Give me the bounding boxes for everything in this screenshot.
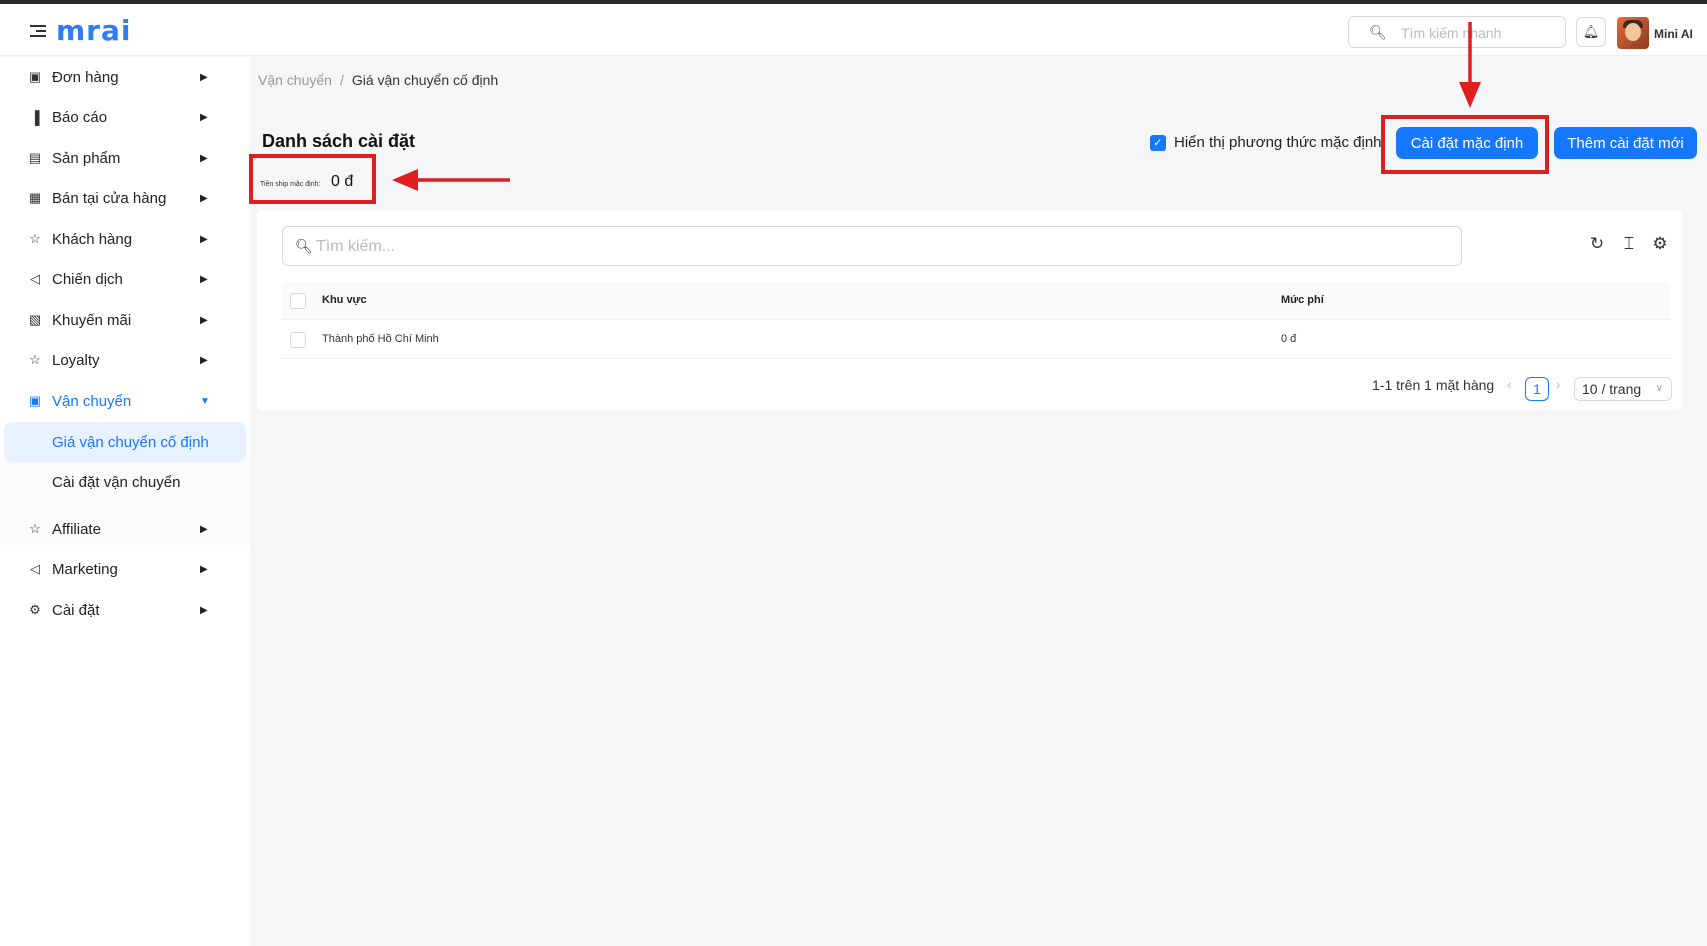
sidebar-item-label: Chiến dịch <box>52 270 123 288</box>
sidebar-item-label: Báo cáo <box>52 108 108 126</box>
caret-down-icon: ▼ <box>200 395 210 407</box>
table-row[interactable]: Thành phố Hồ Chí Minh 0 đ <box>281 321 1671 359</box>
avatar[interactable] <box>1617 17 1649 49</box>
users-icon: ☆ <box>29 231 41 246</box>
column-header-fee[interactable]: Mức phí <box>1281 294 1324 306</box>
page-size-select[interactable]: 10 / trang ∨ <box>1574 377 1672 401</box>
sidebar-item-marketing[interactable]: ◁ Marketing ▶ <box>0 549 250 589</box>
row-checkbox[interactable] <box>290 332 306 348</box>
gear-icon[interactable]: ⚙︎ <box>1650 234 1670 254</box>
annotation-arrow-left <box>392 169 510 191</box>
table-search[interactable]: 🔍︎ <box>282 226 1462 266</box>
breadcrumb: Vận chuyển / Giá vận chuyển cố định <box>258 72 498 88</box>
column-height-icon[interactable]: ⌶ <box>1619 234 1639 254</box>
sidebar-item-settings[interactable]: ⚙︎ Cài đặt ▶ <box>0 590 250 630</box>
caret-right-icon: ▶ <box>200 604 208 616</box>
bag-icon: ▣ <box>28 69 42 84</box>
breadcrumb-separator: / <box>339 72 344 88</box>
table-header: Khu vực Mức phí <box>281 282 1671 320</box>
select-all-checkbox[interactable] <box>290 293 306 309</box>
affiliate-icon: ☆ <box>29 521 41 536</box>
sidebar-item-affiliate[interactable]: ☆ Affiliate ▶ <box>0 509 250 549</box>
sidebar-item-reports[interactable]: ▐ Báo cáo ▶ <box>0 97 250 137</box>
caret-right-icon: ▶ <box>200 563 208 575</box>
prev-page-icon[interactable]: ‹ <box>1507 377 1511 392</box>
megaphone-icon: ◁ <box>30 561 40 576</box>
page-size-value: 10 / trang <box>1582 381 1642 397</box>
sidebar-item-label: Sản phẩm <box>52 149 121 167</box>
megaphone-icon: ◁ <box>30 271 40 286</box>
caret-right-icon: ▶ <box>200 152 208 164</box>
default-ship-fee-label: Tiền ship mặc định: <box>260 181 321 188</box>
sidebar-item-customers[interactable]: ☆ Khách hàng ▶ <box>0 219 250 259</box>
reload-icon[interactable]: ↻ <box>1587 234 1607 254</box>
default-ship-fee-value: 0 đ <box>331 173 354 190</box>
next-page-icon[interactable]: › <box>1556 377 1560 392</box>
store-icon: ▦ <box>28 190 42 205</box>
sidebar-item-label: Bán tại cửa hàng <box>52 189 167 207</box>
gift-icon: ▧ <box>28 312 42 327</box>
caret-right-icon: ▶ <box>200 233 208 245</box>
sidebar-item-label: Vận chuyển <box>52 392 132 410</box>
sidebar-subitem-label: Cài đặt vận chuyển <box>52 473 181 491</box>
column-header-region[interactable]: Khu vực <box>322 294 367 306</box>
page-title: Danh sách cài đặt <box>262 131 416 151</box>
page-number[interactable]: 1 <box>1525 377 1549 401</box>
sidebar-subitem-fixed-shipping[interactable]: Giá vận chuyển cố định <box>4 422 246 462</box>
sidebar-item-orders[interactable]: ▣ Đơn hàng ▶ <box>0 57 250 97</box>
show-default-method-checkbox[interactable]: ✓ Hiển thị phương thức mặc định <box>1150 134 1382 151</box>
sidebar-item-label: Cài đặt <box>52 601 100 619</box>
user-name[interactable]: Mini AI <box>1654 27 1693 41</box>
chart-icon: ▐ <box>30 109 40 125</box>
search-icon: 🔍︎ <box>1369 24 1387 40</box>
breadcrumb-current: Giá vận chuyển cố định <box>351 72 499 88</box>
cell-fee: 0 đ <box>1281 333 1297 345</box>
caret-right-icon: ▶ <box>200 314 208 326</box>
sidebar-item-label: Marketing <box>52 560 118 578</box>
caret-right-icon: ▶ <box>200 273 208 285</box>
sidebar-item-label: Khuyến mãi <box>52 311 132 329</box>
breadcrumb-parent[interactable]: Vận chuyển <box>258 72 332 88</box>
caret-right-icon: ▶ <box>200 111 208 123</box>
sidebar-item-label: Affiliate <box>52 520 101 538</box>
sidebar-item-shipping[interactable]: ▣ Vận chuyển ▼ <box>0 381 250 421</box>
caret-right-icon: ▶ <box>200 354 208 366</box>
annotation-arrow-down <box>1459 22 1481 108</box>
sidebar-item-label: Đơn hàng <box>52 68 119 86</box>
search-icon: 🔍︎ <box>295 238 313 254</box>
sidebar-item-promotions[interactable]: ▧ Khuyến mãi ▶ <box>0 300 250 340</box>
sidebar: ▣ Đơn hàng ▶ ▐ Báo cáo ▶ ▤ Sản phẩm ▶ ▦ … <box>0 57 250 946</box>
app-logo[interactable]: mrai <box>56 16 131 46</box>
add-setting-button[interactable]: Thêm cài đặt mới <box>1554 127 1697 159</box>
default-ship-fee-highlight: Tiền ship mặc định: 0 đ <box>249 154 376 204</box>
sidebar-item-campaigns[interactable]: ◁ Chiến dịch ▶ <box>0 259 250 299</box>
sidebar-item-loyalty[interactable]: ☆ Loyalty ▶ <box>0 340 250 380</box>
pagination-summary: 1-1 trên 1 mặt hàng <box>1372 377 1495 393</box>
caret-right-icon: ▶ <box>200 71 208 83</box>
box-icon: ▤ <box>28 150 42 165</box>
table-search-input[interactable] <box>316 236 1416 258</box>
caret-right-icon: ▶ <box>200 523 208 535</box>
settings-table-card: 🔍︎ ↻ ⌶ ⚙︎ Khu vực Mức phí Thành phố Hồ C… <box>257 210 1682 410</box>
truck-icon: ▣ <box>28 393 42 408</box>
sidebar-item-label: Khách hàng <box>52 230 133 248</box>
chevron-down-icon: ∨ <box>1655 383 1663 394</box>
top-header: mrai 🔍︎ 🔔︎ Mini AI <box>0 4 1707 56</box>
caret-right-icon: ▶ <box>200 192 208 204</box>
star-icon: ☆ <box>29 352 41 367</box>
default-settings-button[interactable]: Cài đặt mặc định <box>1396 127 1538 159</box>
notification-bell-icon[interactable]: 🔔︎ <box>1576 17 1606 47</box>
sidebar-item-products[interactable]: ▤ Sản phẩm ▶ <box>0 138 250 178</box>
menu-toggle-icon[interactable] <box>30 25 46 37</box>
sidebar-item-label: Loyalty <box>52 351 100 369</box>
sidebar-item-pos[interactable]: ▦ Bán tại cửa hàng ▶ <box>0 178 250 218</box>
sidebar-subitem-label: Giá vận chuyển cố định <box>52 433 209 451</box>
sidebar-subitem-shipping-settings[interactable]: Cài đặt vận chuyển <box>4 462 246 502</box>
cell-region: Thành phố Hồ Chí Minh <box>322 333 439 345</box>
gear-icon: ⚙︎ <box>29 602 41 617</box>
show-default-method-label: Hiển thị phương thức mặc định <box>1174 134 1382 151</box>
quick-search[interactable]: 🔍︎ <box>1348 16 1566 48</box>
checkbox-checked-icon[interactable]: ✓ <box>1150 134 1166 151</box>
